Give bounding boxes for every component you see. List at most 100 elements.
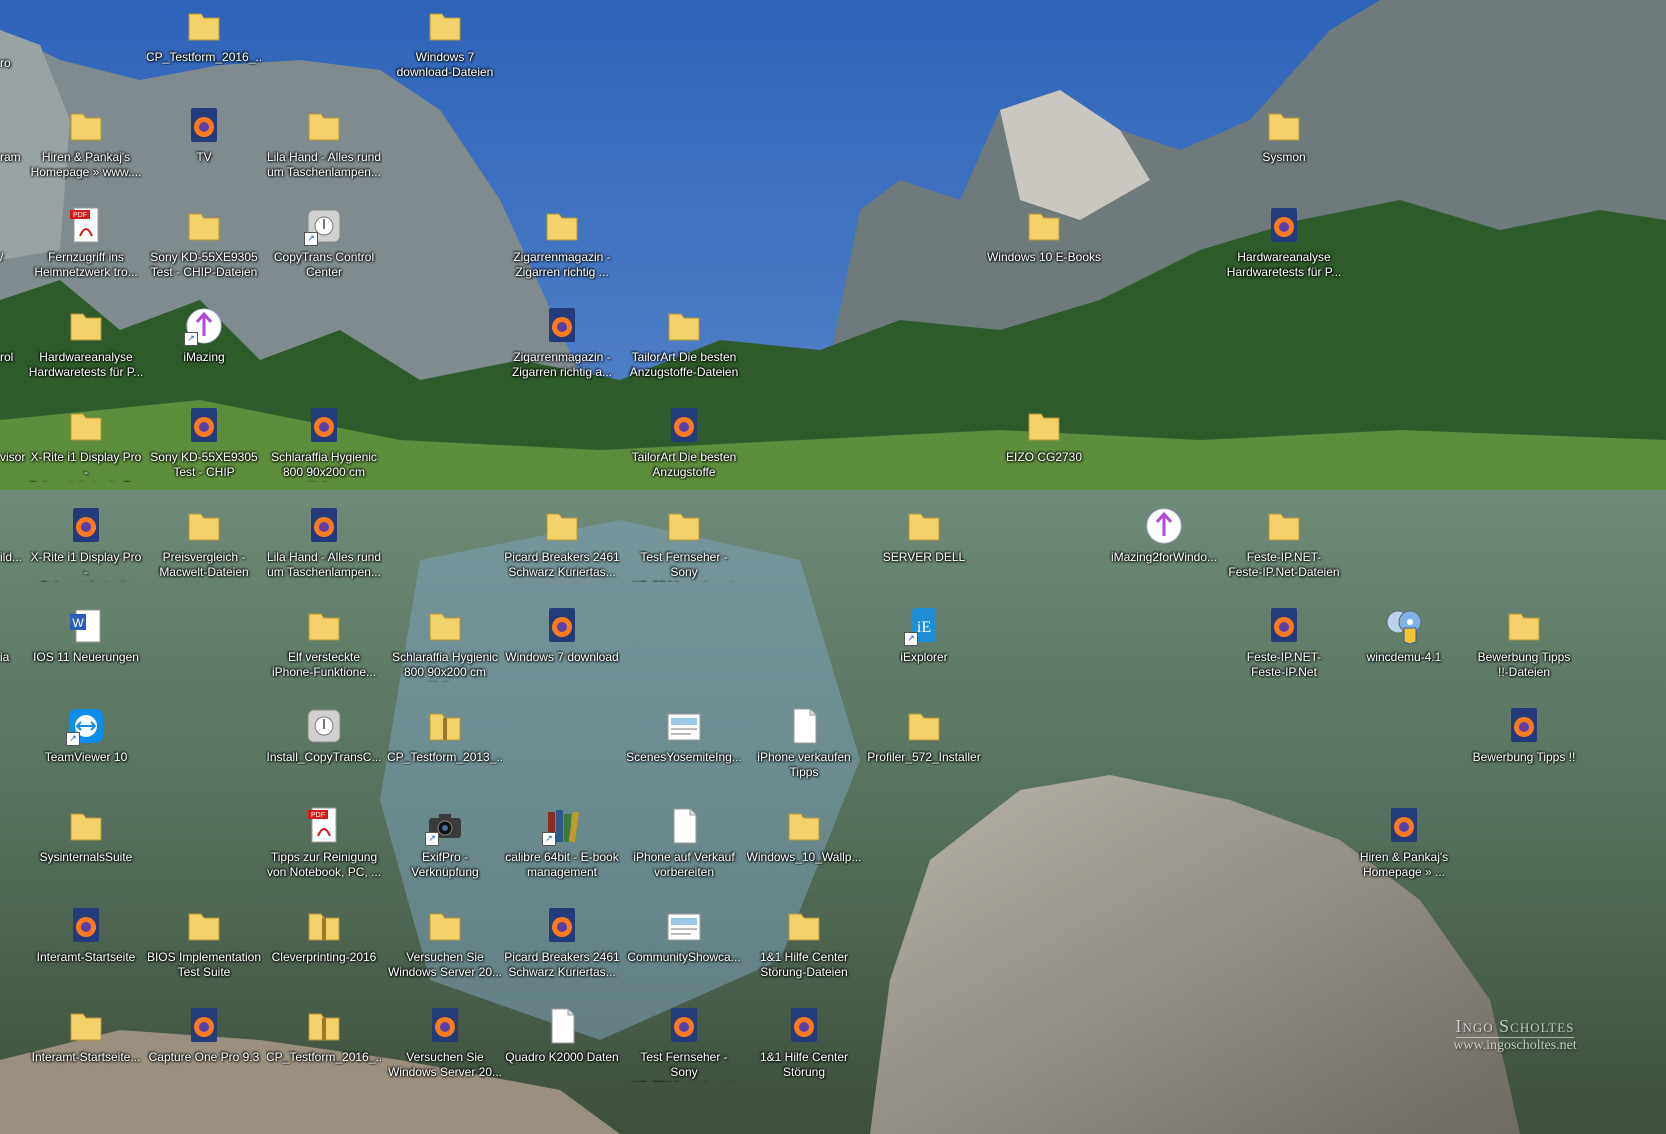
firefox-shortcut[interactable]: X-Rite i1 Display Pro - Calumetphoto.de — [28, 500, 144, 600]
folder-icon-item[interactable]: BIOS Implementation Test Suite — [146, 900, 262, 1000]
iexplorer-icon: iE ↗ — [904, 606, 944, 646]
desktop-icon-edge[interactable]: ro — [0, 6, 40, 106]
icon-label: ExifPro - Verknüpfung — [411, 850, 479, 879]
zip-file-item[interactable]: CP_Testform_2016_... — [266, 1000, 382, 1100]
desktop[interactable]: ro CP_Testform_2016_... Windows 7 downlo… — [0, 0, 1666, 1134]
document-item[interactable]: Quadro K2000 Daten — [504, 1000, 620, 1100]
folder-icon-item[interactable]: Versuchen Sie Windows Server 20... — [387, 900, 503, 1000]
folder-icon-item[interactable]: Sony KD-55XE9305 Test - CHIP-Dateien — [146, 200, 262, 300]
folder-icon-item[interactable]: Hardwareanalyse Hardwaretests für P... — [28, 300, 144, 400]
folder-icon-item[interactable]: CP_Testform_2016_... — [146, 0, 262, 100]
folder-icon-item[interactable]: X-Rite i1 Display Pro - Calumetphoto.de-… — [28, 400, 144, 500]
app-shortcut[interactable]: ↗ iMazing — [146, 300, 262, 400]
firefox-shortcut[interactable]: 1&1 Hilfe Center Störung — [746, 1000, 862, 1100]
image-file-item[interactable]: ScenesYosemiteIng... — [626, 700, 742, 800]
icon-label: Windows 10 E-Books — [986, 250, 1102, 264]
folder-icon-item[interactable]: Schlaraffia Hygienic 800 90x200 cm Kalt.… — [387, 600, 503, 700]
firefox-shortcut[interactable]: Windows 7 download — [504, 600, 620, 700]
pdf-file-item[interactable]: PDF Tipps zur Reinigung von Notebook, PC,… — [266, 800, 382, 900]
icon-label: Tipps zur Reinigung von Notebook, PC, ..… — [266, 850, 382, 879]
firefox-shortcut[interactable]: Hardwareanalyse Hardwaretests für P... — [1226, 200, 1342, 300]
app-shortcut[interactable]: iMazing2forWindo... — [1106, 500, 1222, 600]
desktop-icon-edge[interactable]: visor — [0, 406, 30, 506]
firefox-shortcut[interactable]: Schlaraffia Hygienic 800 90x200 cm Kalt.… — [266, 400, 382, 500]
icon-label: Hardwareanalyse Hardwaretests für P... — [1226, 250, 1342, 279]
icon-label: SysinternalsSuite — [39, 850, 133, 864]
icon-label: Fernzugriff ins Heimnetzwerk tro... — [34, 250, 138, 279]
firefox-shortcut[interactable]: Feste-IP.NET- Feste-IP.Net — [1226, 600, 1342, 700]
folder-icon-item[interactable]: Windows_10_Wallp... — [746, 800, 862, 900]
folder-icon-item[interactable]: TailorArt Die besten Anzugstoffe-Dateien — [626, 300, 742, 400]
document-icon — [784, 706, 824, 746]
folder-icon-item[interactable]: Picard Breakers 2461 Schwarz Kuriertas..… — [504, 500, 620, 600]
icon-label: Elf versteckte iPhone-Funktione... — [271, 650, 377, 679]
firefox-shortcut[interactable]: Lila Hand - Alles rund um Taschenlampen.… — [266, 500, 382, 600]
icon-label: Hiren & Pankaj's Homepage » www.... — [30, 150, 142, 179]
app-shortcut[interactable]: ↗ CopyTrans Control Center — [266, 200, 382, 300]
folder-icon-item[interactable]: Profiler_572_Installer — [866, 700, 982, 800]
icon-label: Picard Breakers 2461 Schwarz Kuriertas..… — [504, 950, 620, 979]
icon-label: Hardwareanalyse Hardwaretests für P... — [28, 350, 144, 379]
icon-label: Schlaraffia Hygienic 800 90x200 cm Kalt.… — [271, 450, 377, 482]
icon-label: iPhone verkaufen Tipps — [757, 750, 851, 779]
image-file-icon — [664, 906, 704, 946]
firefox-shortcut[interactable]: Capture One Pro 9.3 — [146, 1000, 262, 1100]
folder-icon-item[interactable]: EIZO CG2730 — [986, 400, 1102, 500]
document-item[interactable]: iPhone auf Verkauf vorbereiten — [626, 800, 742, 900]
image-file-item[interactable]: CommunityShowca... — [626, 900, 742, 1000]
folder-icon-item[interactable]: Elf versteckte iPhone-Funktione... — [266, 600, 382, 700]
icon-label: Zigarrenmagazin - Zigarren richtig a... — [511, 350, 613, 379]
firefox-shortcut[interactable]: Bewerbung Tipps !! — [1466, 700, 1582, 800]
folder-icon-item[interactable]: Windows 10 E-Books — [986, 200, 1102, 300]
firefox-shortcut[interactable]: TailorArt Die besten Anzugstoffe — [626, 400, 742, 500]
app-shortcut[interactable]: ↗ TeamViewer 10 — [28, 700, 144, 800]
installer-item[interactable]: Install_CopyTransC... — [266, 700, 382, 800]
folder-icon-item[interactable]: Windows 7 download-Dateien — [387, 0, 503, 100]
zip-folder-icon — [425, 706, 465, 746]
icon-label: Cleverprinting-2016 — [271, 950, 377, 964]
icon-label: CopyTrans Control Center — [273, 250, 375, 279]
app-shortcut[interactable]: ↗ ExifPro - Verknüpfung — [387, 800, 503, 900]
word-document-item[interactable]: W IOS 11 Neuerungen — [28, 600, 144, 700]
firefox-shortcut[interactable]: Versuchen Sie Windows Server 20... — [387, 1000, 503, 1100]
document-item[interactable]: iPhone verkaufen Tipps — [746, 700, 862, 800]
icon-label: Capture One Pro 9.3 — [148, 1050, 260, 1064]
folder-icon-item[interactable]: Interamt-Startseite... — [28, 1000, 144, 1100]
folder-icon-item[interactable]: Zigarrenmagazin - Zigarren richtig ... — [504, 200, 620, 300]
icon-label: X-Rite i1 Display Pro - Calumetphoto.de-… — [29, 450, 143, 482]
firefox-shortcut[interactable]: Picard Breakers 2461 Schwarz Kuriertas..… — [504, 900, 620, 1000]
folder-icon-item[interactable]: Feste-IP.NET- Feste-IP.Net-Dateien — [1226, 500, 1342, 600]
firefox-shortcut[interactable]: Zigarrenmagazin - Zigarren richtig a... — [504, 300, 620, 400]
desktop-icon-edge[interactable]: / — [0, 206, 30, 306]
folder-icon-item[interactable]: 1&1 Hilfe Center Störung-Dateien — [746, 900, 862, 1000]
folder-icon-item[interactable]: Hiren & Pankaj's Homepage » www.... — [28, 100, 144, 200]
icon-label: 1&1 Hilfe Center Störung — [759, 1050, 849, 1079]
folder-icon-item[interactable]: Preisvergleich - Macwelt-Dateien — [146, 500, 262, 600]
firefox-shortcut[interactable]: TV — [146, 100, 262, 200]
desktop-icon-edge[interactable]: ild... — [0, 506, 30, 606]
firefox-shortcut[interactable]: Test Fernseher - Sony KD-55A1 - sehr gut… — [626, 1000, 742, 1100]
app-shortcut[interactable]: iE ↗ iExplorer — [866, 600, 982, 700]
firefox-icon — [542, 606, 582, 646]
folder-icon-item[interactable]: SERVER DELL — [866, 500, 982, 600]
desktop-icon-edge[interactable]: ia — [0, 606, 30, 706]
installer-item[interactable]: wincdemu-4.1 — [1346, 600, 1462, 700]
folder-icon-item[interactable]: Test Fernseher - Sony KD-55A1 - sehr gut… — [626, 500, 742, 600]
folder-icon — [664, 306, 704, 346]
firefox-shortcut[interactable]: Hiren & Pankaj's Homepage » ... — [1346, 800, 1462, 900]
firefox-shortcut[interactable]: Interamt-Startseite — [28, 900, 144, 1000]
desktop-icon-edge[interactable]: rol — [0, 306, 30, 406]
firefox-shortcut[interactable]: Sony KD-55XE9305 Test - CHIP — [146, 400, 262, 500]
zip-file-item[interactable]: CP_Testform_2013_... — [387, 700, 503, 800]
folder-icon-item[interactable]: SysinternalsSuite — [28, 800, 144, 900]
zip-file-item[interactable]: Cleverprinting-2016 — [266, 900, 382, 1000]
app-shortcut[interactable]: ↗ calibre 64bit - E-book management — [504, 800, 620, 900]
pdf-file-item[interactable]: PDF Fernzugriff ins Heimnetzwerk tro... — [28, 200, 144, 300]
icon-label: Sysmon — [1262, 150, 1306, 164]
folder-icon-item[interactable]: Bewerbung Tipps !!-Dateien — [1466, 600, 1582, 700]
icon-label: CP_Testform_2016_... — [146, 50, 262, 64]
folder-icon — [184, 906, 224, 946]
icon-label: iExplorer — [900, 650, 948, 664]
folder-icon-item[interactable]: Sysmon — [1226, 100, 1342, 200]
folder-icon-item[interactable]: Lila Hand - Alles rund um Taschenlampen.… — [266, 100, 382, 200]
